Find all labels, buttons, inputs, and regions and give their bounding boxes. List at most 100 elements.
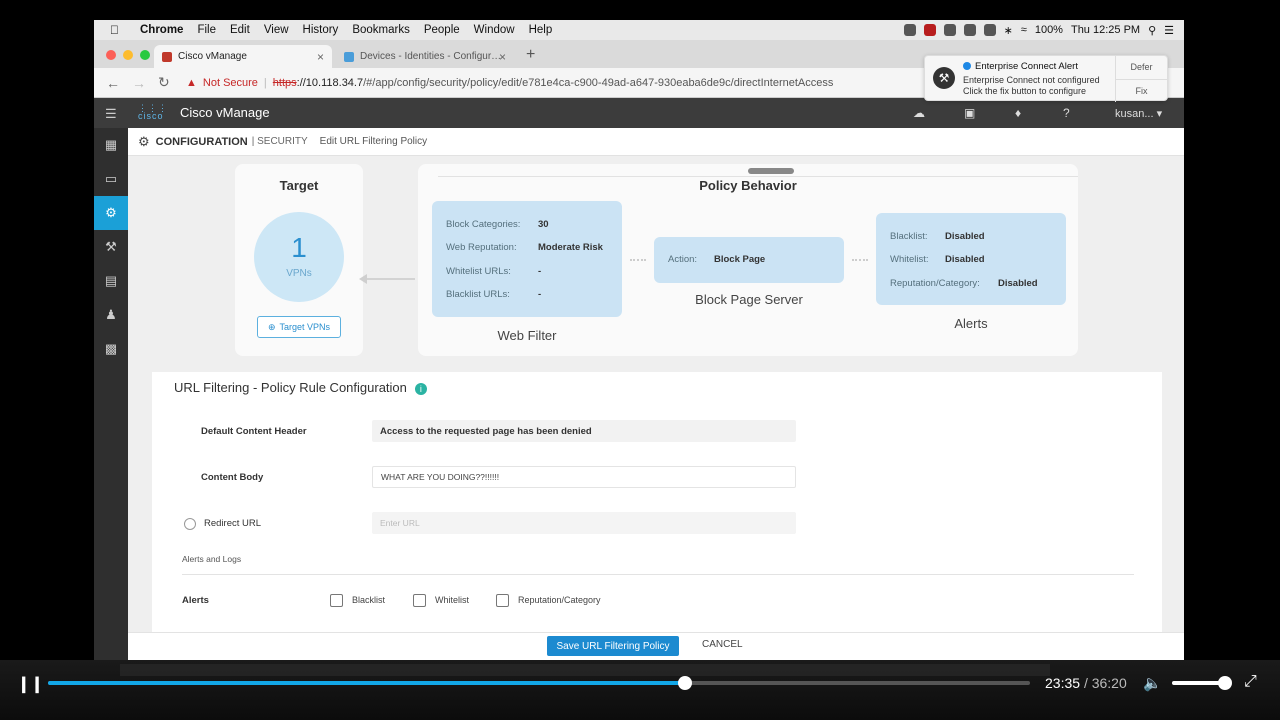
apple-icon[interactable]:  — [110, 23, 124, 37]
breadcrumb-section[interactable]: CONFIGURATION — [156, 136, 248, 148]
volume-icon[interactable]: 🔈 — [1143, 674, 1162, 692]
battery-status[interactable]: 100% — [1035, 24, 1063, 36]
close-tab-icon[interactable]: × — [317, 50, 324, 64]
help-icon[interactable]: ? — [1063, 106, 1070, 120]
sidebar-item-configuration[interactable]: ⚙ — [94, 196, 128, 230]
clock[interactable]: Thu 12:25 PM — [1071, 24, 1140, 36]
alerts-box[interactable]: Blacklist: Disabled Whitelist: Disabled Re… — [876, 213, 1066, 305]
block-page-label: Block Page Server — [695, 292, 803, 307]
cloud-icon[interactable]: ☁ — [913, 106, 925, 120]
menu-icon[interactable]: ☰ — [105, 106, 117, 122]
search-icon[interactable]: ⚲ — [1148, 24, 1156, 37]
app-header: ☰ ⋮⋮⋮ cisco Cisco vManage ☁ ▣ ♦ ? kusan..… — [94, 98, 1184, 128]
menu-window[interactable]: Window — [474, 24, 515, 36]
menu-edit[interactable]: Edit — [230, 24, 250, 36]
volume-handle[interactable] — [1218, 676, 1232, 690]
row-key: Block Categories: — [446, 219, 521, 230]
menu-view[interactable]: View — [264, 24, 289, 36]
default-header-field[interactable]: Access to the requested page has been de… — [372, 420, 796, 442]
close-tab-icon[interactable]: × — [499, 50, 506, 64]
content-body-label: Content Body — [201, 472, 264, 483]
seek-handle[interactable] — [678, 676, 693, 690]
blacklist-checkbox[interactable] — [330, 594, 343, 607]
sidebar-item-monitor[interactable]: ▭ — [94, 162, 128, 196]
menu-history[interactable]: History — [303, 24, 339, 36]
drag-handle[interactable] — [748, 168, 794, 174]
whitelist-label: Whitelist — [435, 595, 470, 605]
sidebar-item-maintenance[interactable]: ▤ — [94, 264, 128, 298]
briefcase-icon: ▤ — [104, 273, 118, 288]
defer-button[interactable]: Defer — [1116, 56, 1167, 79]
redirect-url-radio[interactable] — [184, 518, 196, 530]
save-policy-button[interactable]: Save URL Filtering Policy — [547, 636, 679, 656]
cisco-logo: ⋮⋮⋮ cisco — [138, 103, 168, 121]
url-input[interactable]: https://10.118.34.7/#/app/config/securit… — [273, 77, 834, 89]
zoom-window-icon[interactable] — [140, 50, 150, 60]
user-name: kusan... — [1115, 108, 1154, 120]
minimize-window-icon[interactable] — [123, 50, 133, 60]
menu-people[interactable]: People — [424, 24, 460, 36]
pause-icon[interactable]: ❙❙ — [17, 674, 44, 694]
divider: | — [263, 76, 267, 89]
row-value: Disabled — [945, 231, 985, 242]
sidebar-item-analytics[interactable]: ▩ — [94, 332, 128, 366]
user-menu[interactable]: kusan... ▾ — [1115, 107, 1162, 120]
favicon-icon — [344, 51, 354, 62]
wifi-icon[interactable]: ≈ — [1021, 24, 1027, 36]
tab-title: Devices - Identities - Configur… — [360, 51, 502, 62]
seek-bar[interactable] — [48, 676, 1030, 690]
block-page-box[interactable]: Action: Block Page — [654, 237, 844, 283]
back-icon[interactable]: ← — [106, 75, 120, 91]
menu-help[interactable]: Help — [529, 24, 553, 36]
dock-strip — [120, 664, 1050, 676]
tray-icon[interactable] — [963, 24, 976, 36]
alerts-row: Reputation/Category: Disabled — [890, 278, 1038, 289]
current-time: 23:35 — [1045, 675, 1081, 691]
bluetooth-icon[interactable]: ∗ — [1004, 24, 1013, 37]
target-vpns-button[interactable]: ⊕ Target VPNs — [257, 316, 341, 338]
forward-icon[interactable]: → — [132, 75, 146, 91]
menu-file[interactable]: File — [197, 24, 216, 36]
row-value: Disabled — [998, 278, 1038, 289]
menu-app-name[interactable]: Chrome — [140, 24, 183, 36]
url-path: /#/app/config/security/policy/edit/e781e… — [363, 76, 834, 89]
reputation-category-label: Reputation/Category — [518, 595, 601, 605]
bell-icon[interactable]: ♦ — [1015, 106, 1021, 120]
notification-line: Click the fix button to configure — [963, 86, 1087, 96]
tray-icon[interactable] — [903, 24, 916, 36]
users-icon: ♟ — [105, 307, 117, 322]
row-key: Reputation/Category: — [890, 278, 980, 289]
flow-arrow — [359, 274, 415, 284]
info-icon[interactable]: i — [414, 383, 427, 395]
web-filter-box[interactable]: Block Categories: 30 Web Reputation: Moder… — [432, 201, 622, 317]
sidebar-item-administration[interactable]: ♟ — [94, 298, 128, 332]
tray-icon[interactable] — [983, 24, 996, 36]
wrench-icon: ⚒ — [933, 67, 955, 89]
redirect-url-input[interactable]: Enter URL — [372, 512, 796, 534]
content-body-field[interactable]: WHAT ARE YOU DOING??!!!!!! — [372, 466, 796, 488]
close-window-icon[interactable] — [106, 50, 116, 60]
cancel-button[interactable]: CANCEL — [702, 639, 743, 650]
tab-devices[interactable]: Devices - Identities - Configur… × — [336, 45, 514, 68]
breadcrumb: ⚙ CONFIGURATION | SECURITY Edit URL Filt… — [128, 128, 1184, 156]
tab-cisco-vmanage[interactable]: Cisco vManage × — [154, 45, 332, 68]
sidebar-item-tools[interactable]: ⚒ — [94, 230, 128, 264]
sidebar-item-dashboard[interactable]: ▦ — [94, 128, 128, 162]
new-tab-icon[interactable]: + — [526, 46, 535, 64]
fullscreen-icon[interactable]: ⤢ — [1244, 673, 1257, 691]
menu-bookmarks[interactable]: Bookmarks — [352, 24, 410, 36]
vpn-count-circle: 1 VPNs — [254, 212, 344, 302]
tab-title: Cisco vManage — [178, 51, 247, 62]
reputation-category-checkbox[interactable] — [496, 594, 509, 607]
tray-icon[interactable] — [923, 24, 936, 36]
plus-circle-icon: ⊕ — [267, 321, 276, 332]
security-indicator[interactable]: Not Secure — [203, 77, 258, 89]
clipboard-icon[interactable]: ▣ — [964, 106, 975, 120]
fix-button[interactable]: Fix — [1116, 79, 1167, 102]
video-player-controls: ❙❙ 23:35 / 36:20 🔈 ⤢ — [0, 660, 1280, 720]
reload-icon[interactable]: ↻ — [158, 74, 172, 91]
list-icon[interactable]: ☰ — [1164, 24, 1174, 37]
whitelist-checkbox[interactable] — [413, 594, 426, 607]
tray-icon[interactable] — [943, 24, 956, 36]
breadcrumb-sub[interactable]: | SECURITY — [252, 136, 308, 147]
